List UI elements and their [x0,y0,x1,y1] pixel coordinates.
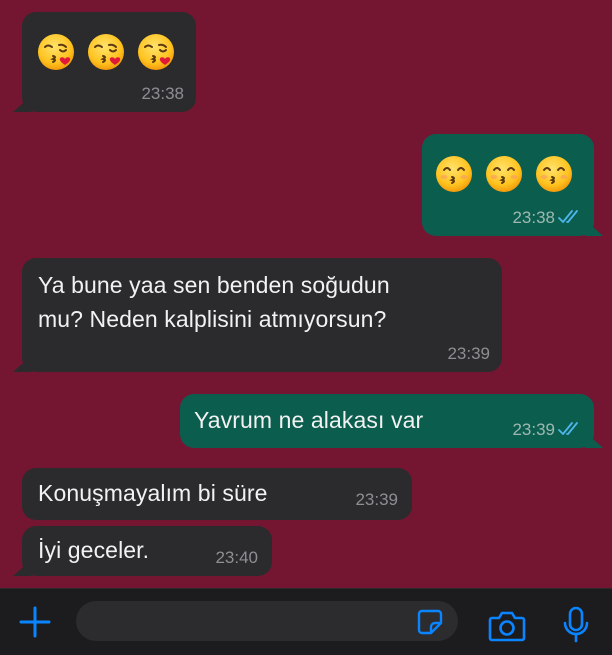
kissing-smiling-eyes-emoji-icon [534,154,574,194]
microphone-icon[interactable] [562,606,590,644]
message-time: 23:38 [512,208,582,228]
message-input[interactable] [76,601,438,641]
plus-icon[interactable] [18,605,52,639]
outgoing-message[interactable]: Yavrum ne alakası var 23:39 [180,394,594,448]
message-line: Ya bune yaa sen benden soğudun [38,272,390,298]
message-text: Konuşmayalım bi süre [38,480,268,506]
message-text: Yavrum ne alakası var [194,407,424,433]
message-text: Ya bune yaa sen benden soğudun mu? Neden… [38,268,390,336]
camera-icon[interactable] [488,609,526,643]
read-receipt-icon [558,421,582,437]
message-line: mu? Neden kalplisini atmıyorsun? [38,306,387,332]
incoming-message[interactable]: 23:38 [22,12,196,112]
message-field[interactable] [76,601,458,641]
message-time: 23:38 [141,84,184,103]
kissing-smiling-eyes-emoji-icon [434,154,474,194]
incoming-message[interactable]: Konuşmayalım bi süre 23:39 [22,468,412,520]
message-time: 23:39 [447,344,490,363]
message-time: 23:39 [355,490,398,509]
kissing-heart-emoji-icon [136,32,176,72]
time-text: 23:38 [512,208,555,227]
incoming-message[interactable]: İyi geceler. 23:40 [22,526,272,576]
outgoing-message[interactable]: 23:38 [422,134,594,236]
message-time: 23:40 [215,548,258,567]
kissing-smiling-eyes-emoji-icon [484,154,524,194]
kissing-heart-emoji-icon [36,32,76,72]
read-receipt-icon [558,209,582,225]
sticker-icon[interactable] [416,608,444,636]
kissing-heart-emoji-icon [86,32,126,72]
message-text: İyi geceler. [38,537,150,563]
time-text: 23:39 [512,420,555,439]
emoji-row [434,154,574,194]
emoji-row [36,32,176,72]
chat-area[interactable]: 23:38 23:38 Ya bune yaa sen benden soğud… [0,0,612,588]
message-time: 23:39 [512,420,582,440]
incoming-message[interactable]: Ya bune yaa sen benden soğudun mu? Neden… [22,258,502,372]
